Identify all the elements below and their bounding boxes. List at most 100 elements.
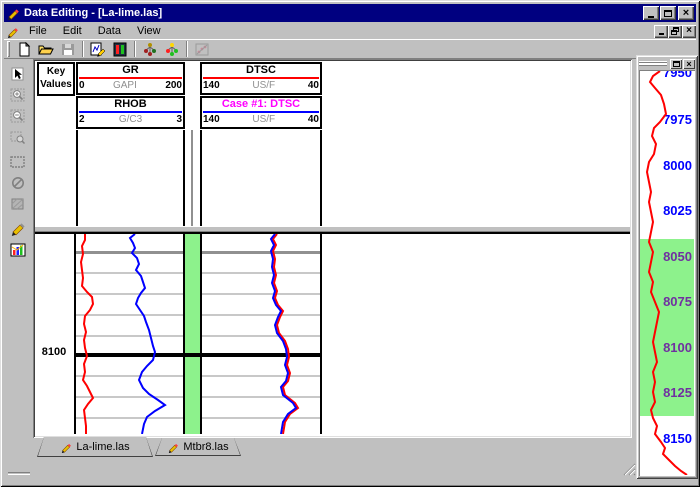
- clear-region-button[interactable]: [6, 172, 30, 193]
- key-values-box: Key Values: [37, 62, 75, 96]
- edit-log-button[interactable]: [87, 40, 109, 58]
- gridline: [76, 272, 185, 274]
- gridline: [76, 396, 185, 398]
- depth-panel-titlebar[interactable]: ×: [639, 58, 695, 69]
- curve-header-dtsc[interactable]: DTSC 140 US/F 40: [200, 62, 322, 95]
- close-button[interactable]: ×: [678, 6, 694, 20]
- edit-log-icon: [90, 42, 106, 57]
- selected-zone-band: [185, 234, 200, 434]
- save-disk-icon: [60, 42, 76, 57]
- scale-unit: US/F: [220, 80, 308, 91]
- crossplot-colored-button[interactable]: [161, 40, 183, 58]
- depth-panel-close-button[interactable]: ×: [683, 59, 695, 69]
- gridline: [200, 375, 322, 377]
- curve-header-case1-dtsc[interactable]: Case #1: DTSC 140 US/F 40: [200, 96, 322, 129]
- tab-mtbr8[interactable]: Mtbr8.las: [155, 438, 241, 456]
- log-editor-client: Key Values GR 0 GAPI 200 RHOB 2: [35, 61, 630, 436]
- log-display-icon: [112, 42, 128, 57]
- gridline: [200, 335, 322, 337]
- toolbar-separator: [134, 41, 136, 57]
- new-document-button[interactable]: [13, 40, 35, 58]
- regression-button[interactable]: [191, 40, 213, 58]
- track-border: [200, 234, 202, 434]
- menu-edit[interactable]: Edit: [55, 24, 90, 38]
- menu-data[interactable]: Data: [90, 24, 129, 38]
- gridline: [200, 314, 322, 316]
- depth-8100-line: [76, 353, 322, 357]
- app-pencil-icon: [6, 6, 20, 20]
- edit-pencil-button[interactable]: [6, 218, 30, 239]
- depth-panel-content[interactable]: 795079758000802580508075810081258150: [640, 71, 694, 475]
- new-document-icon: [16, 42, 32, 57]
- marquee-icon: [9, 154, 27, 170]
- application-window: Data Editing - [La-lime.las] × File Edit…: [0, 0, 700, 487]
- curve-pane[interactable]: 8100: [35, 232, 630, 436]
- title-bar[interactable]: Data Editing - [La-lime.las] ×: [4, 4, 696, 22]
- gridline: [76, 314, 185, 316]
- close-icon: ×: [686, 60, 691, 68]
- track-border: [76, 130, 78, 226]
- depth-panel-restore-button[interactable]: [670, 59, 682, 69]
- color-chart-icon: [9, 242, 27, 258]
- display-settings-button[interactable]: [6, 239, 30, 260]
- crossplot-shaded-icon: [142, 42, 158, 57]
- track-border: [320, 130, 322, 226]
- gridline-dark: [200, 251, 322, 254]
- file-tabs: La-lime.las Mtbr8.las: [35, 437, 595, 458]
- depth-tick-label: 8000: [663, 158, 692, 173]
- track-border: [320, 234, 322, 434]
- mdi-restore-button[interactable]: [668, 25, 682, 38]
- zoom-in-icon: [9, 87, 27, 103]
- depth-tick-label: 8125: [663, 385, 692, 400]
- save-button[interactable]: [57, 40, 79, 58]
- gridline-dark: [76, 251, 185, 254]
- zoom-window-icon: [9, 129, 27, 145]
- maximize-button[interactable]: [660, 6, 676, 20]
- crossplot-shaded-button[interactable]: [139, 40, 161, 58]
- depth-tick-label: 7950: [663, 71, 692, 80]
- curve-header-rhob[interactable]: RHOB 2 G/C3 3: [76, 96, 185, 129]
- regression-icon: [194, 42, 210, 57]
- gridline: [200, 293, 322, 295]
- restore-icon: [671, 27, 679, 35]
- pane-splitter[interactable]: [35, 226, 630, 232]
- pattern-tool-button[interactable]: [6, 193, 30, 214]
- mdi-minimize-button[interactable]: [654, 25, 668, 38]
- zoom-out-icon: [9, 108, 27, 124]
- minimize-button[interactable]: [643, 6, 659, 20]
- open-file-button[interactable]: [35, 40, 57, 58]
- depth-tick-label: 7975: [663, 112, 692, 127]
- curve-header-gr[interactable]: GR 0 GAPI 200: [76, 62, 185, 95]
- mdi-window-controls: ×: [654, 25, 696, 38]
- track2-header: DTSC 140 US/F 40 Case #1: DTSC 140 US/F …: [200, 62, 322, 129]
- log-editor-panel: Key Values GR 0 GAPI 200 RHOB 2: [33, 59, 632, 438]
- minimize-icon: [648, 16, 654, 18]
- curve-name: RHOB: [78, 98, 183, 111]
- pencil-icon: [9, 221, 27, 237]
- crossplot-colored-icon: [164, 42, 180, 57]
- scale-right: 40: [308, 114, 319, 125]
- tab-la-lime[interactable]: La-lime.las: [37, 437, 153, 457]
- gridline: [76, 375, 185, 377]
- zoom-in-button[interactable]: [6, 84, 30, 105]
- depth-tick-label: 8150: [663, 431, 692, 446]
- menu-file[interactable]: File: [21, 24, 55, 38]
- pointer-select-button[interactable]: [6, 63, 30, 84]
- zoom-window-button[interactable]: [6, 126, 30, 147]
- pattern-icon: [9, 196, 27, 212]
- toolbar-separator: [82, 41, 84, 57]
- document-pencil-icon[interactable]: [6, 25, 19, 38]
- select-region-button[interactable]: [6, 151, 30, 172]
- menu-view[interactable]: View: [129, 24, 169, 38]
- pointer-icon: [9, 66, 27, 82]
- mdi-close-button[interactable]: ×: [682, 25, 696, 38]
- gridline: [200, 417, 322, 419]
- toolbar-grip[interactable]: [7, 41, 10, 57]
- resize-grip[interactable]: [620, 460, 636, 476]
- depth-panel-grip[interactable]: [639, 61, 667, 67]
- zoom-out-button[interactable]: [6, 105, 30, 126]
- depth-tick-label: 8050: [663, 249, 692, 264]
- gridline: [200, 396, 322, 398]
- log-display-button[interactable]: [109, 40, 131, 58]
- curve-name: Case #1: DTSC: [202, 98, 320, 111]
